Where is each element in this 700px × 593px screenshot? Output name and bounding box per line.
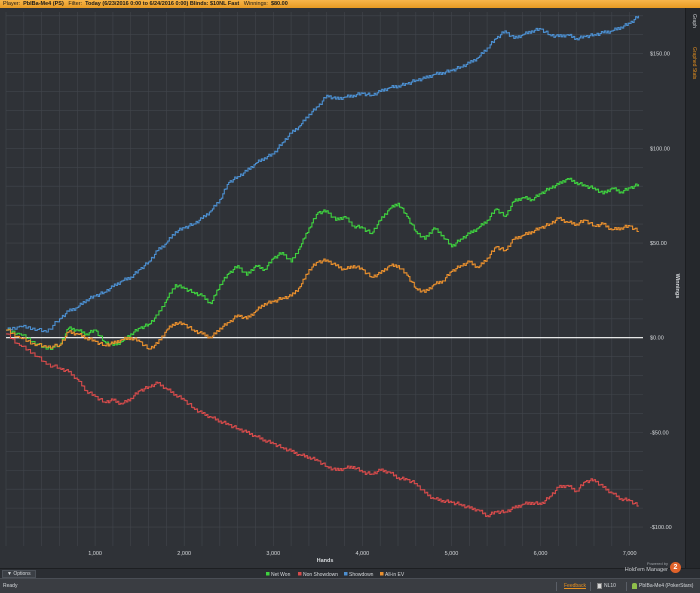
tab-graph[interactable]: Graph <box>686 10 700 32</box>
chart-panel: $150.00 $100.00 $50.00 $0.00 -$50.00 -$100.00… <box>0 8 685 568</box>
y-axis-ticks: $150.00 $100.00 $50.00 $0.00 -$50.00 -$100.00 <box>650 52 672 531</box>
winnings-graph: $150.00 $100.00 $50.00 $0.00 -$50.00 -$100.00… <box>5 12 680 564</box>
series-lines <box>6 15 640 518</box>
powered-by-text: Powered by <box>646 561 668 566</box>
status-ready: Ready <box>3 583 18 589</box>
legend-item-all-in-ev[interactable]: All-in EV <box>380 572 405 578</box>
x-axis-label: Hands <box>317 558 334 564</box>
winnings-value: $80.00 <box>270 1 288 7</box>
legend-swatch <box>266 572 270 576</box>
stakes-indicator[interactable]: NL10 <box>597 579 616 593</box>
series-line-net-won <box>6 177 640 350</box>
legend-swatch <box>380 572 384 576</box>
account-indicator[interactable]: PbIBa-Me4 (PokerStars) <box>632 579 693 593</box>
legend-label: All-in EV <box>385 572 405 578</box>
filter-header-bar: Player: PbIBa-Me4 (PS) Filter: Today (6/23… <box>0 0 700 8</box>
tab-graphed-stats[interactable]: Graphed Stats <box>686 38 700 88</box>
filter-label: Filter: <box>68 1 83 7</box>
x-axis-ticks: 1,000 2,000 3,000 4,000 5,000 6,000 7,000 <box>88 551 636 557</box>
legend-label: Net Won <box>271 572 291 578</box>
status-divider <box>556 582 557 591</box>
table-icon <box>597 582 602 589</box>
x-tick-label: 7,000 <box>623 551 637 557</box>
legend-label: Showdown <box>349 572 374 578</box>
legend-item-showdown[interactable]: Showdown <box>344 572 374 578</box>
x-tick-label: 1,000 <box>88 551 102 557</box>
x-tick-label: 3,000 <box>266 551 280 557</box>
x-tick-label: 6,000 <box>534 551 548 557</box>
status-bar: Ready Feedback NL10 PbIBa-Me4 (PokerStar… <box>0 578 700 593</box>
legend-swatch <box>298 572 302 576</box>
grid-lines <box>5 12 643 546</box>
legend-label: Non Showdown <box>303 572 338 578</box>
feedback-link[interactable]: Feedback <box>564 579 586 593</box>
player-label: Player: <box>3 1 21 7</box>
series-line-all-in-ev <box>6 216 640 350</box>
x-tick-label: 5,000 <box>445 551 459 557</box>
brand-logo: Powered by Hold'em Manager 2 <box>594 560 682 578</box>
brand-name: Hold'em Manager <box>624 567 668 573</box>
y-axis-label: Winnings <box>674 274 680 299</box>
status-divider <box>626 582 627 591</box>
y-tick-label: -$100.00 <box>650 525 672 531</box>
legend-item-non-showdown[interactable]: Non Showdown <box>298 572 338 578</box>
y-tick-label: $0.00 <box>650 336 664 342</box>
expand-arrow-icon: ▼ <box>7 571 12 577</box>
y-tick-label: -$50.00 <box>650 430 669 436</box>
legend-item-net-won[interactable]: Net Won <box>266 572 291 578</box>
account-label: PbIBa-Me4 (PokerStars) <box>639 583 694 589</box>
series-line-showdown <box>6 15 640 333</box>
version-badge-text: 2 <box>673 564 678 571</box>
status-divider <box>590 582 591 591</box>
filter-value[interactable]: Today (6/23/2016 0:00 to 6/24/2016 0:00)… <box>85 1 239 7</box>
legend-swatch <box>344 572 348 576</box>
y-tick-label: $150.00 <box>650 52 670 58</box>
winnings-label: Winnings: <box>243 1 268 7</box>
options-button[interactable]: ▼ Options <box>2 570 36 578</box>
y-tick-label: $50.00 <box>650 241 667 247</box>
stakes-label: NL10 <box>604 583 616 589</box>
options-bar: ▼ Options Net Won Non Showdown Showdown All… <box>0 561 700 578</box>
y-tick-label: $100.00 <box>650 146 670 152</box>
options-label: Options <box>13 571 31 577</box>
side-tab-strip: Graph Graphed Stats <box>685 8 700 568</box>
version-badge-icon: 2 <box>670 562 681 573</box>
player-value[interactable]: PbIBa-Me4 (PS) <box>23 1 64 7</box>
x-tick-label: 2,000 <box>177 551 191 557</box>
player-icon <box>632 582 637 589</box>
x-tick-label: 4,000 <box>355 551 369 557</box>
